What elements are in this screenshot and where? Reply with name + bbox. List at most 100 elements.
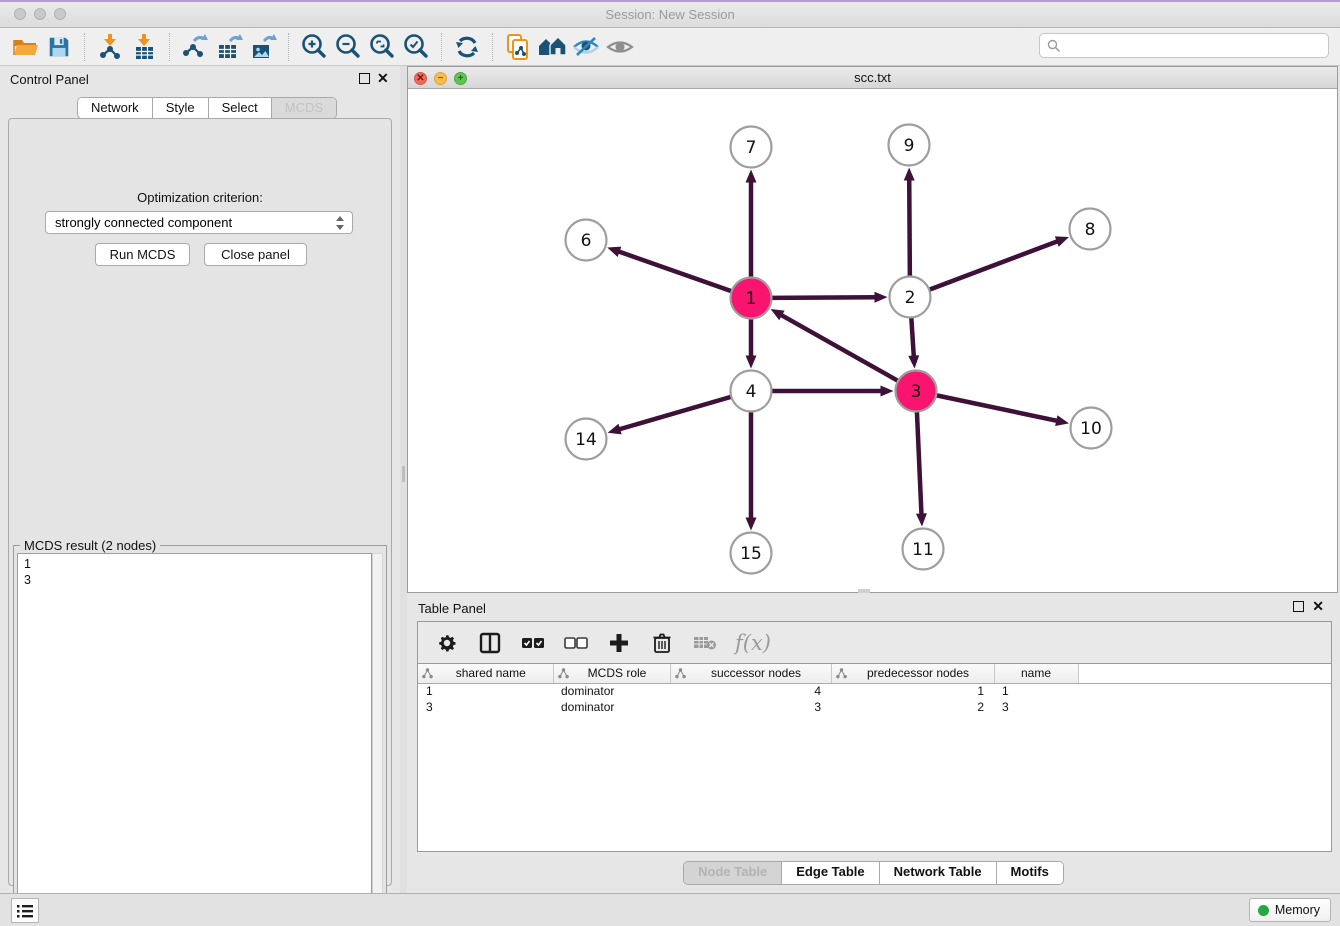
column-header-shared-name[interactable]: shared name xyxy=(418,664,553,683)
graph-node-1[interactable]: 1 xyxy=(731,278,772,319)
graph-edge-1-7[interactable] xyxy=(746,170,757,278)
graph-node-14[interactable]: 14 xyxy=(566,419,607,460)
graph-edge-4-14[interactable] xyxy=(608,397,732,435)
tab-network[interactable]: Network xyxy=(78,98,153,118)
graph-node-label: 6 xyxy=(581,231,592,251)
graph-node-8[interactable]: 8 xyxy=(1070,209,1111,250)
table-row[interactable]: 3dominator323 xyxy=(418,699,1331,715)
table-cell[interactable]: 1 xyxy=(418,683,553,699)
tab-style[interactable]: Style xyxy=(153,98,209,118)
tab-mcds[interactable]: MCDS xyxy=(272,98,336,118)
add-column-button[interactable] xyxy=(606,630,632,656)
delete-column-button[interactable] xyxy=(649,630,675,656)
row-filler xyxy=(1078,699,1331,715)
close-panel-button[interactable]: Close panel xyxy=(204,243,307,266)
graph-node-label: 2 xyxy=(905,288,916,308)
table-cell[interactable]: 1 xyxy=(831,683,994,699)
tab-motifs[interactable]: Motifs xyxy=(997,862,1063,884)
memory-label: Memory xyxy=(1275,903,1320,917)
graph-edge-1-6[interactable] xyxy=(607,247,731,292)
close-panel-icon[interactable]: ✕ xyxy=(377,70,389,86)
mcds-result-text[interactable]: 1 3 xyxy=(17,553,372,919)
graph-node-4[interactable]: 4 xyxy=(731,371,772,412)
run-mcds-button[interactable]: Run MCDS xyxy=(95,243,190,266)
graph-node-7[interactable]: 7 xyxy=(731,127,772,168)
zoom-out-button[interactable] xyxy=(331,31,365,63)
column-header-mcds-role[interactable]: MCDS role xyxy=(553,664,670,683)
criterion-dropdown[interactable]: strongly connected component xyxy=(45,211,353,234)
vertical-splitter[interactable] xyxy=(400,66,407,893)
select-all-button[interactable] xyxy=(520,630,546,656)
search-input[interactable] xyxy=(1061,34,1328,57)
graph-edge-3-10[interactable] xyxy=(936,395,1069,426)
hide-selected-button[interactable] xyxy=(569,31,603,63)
graph-edge-3-11[interactable] xyxy=(916,411,927,526)
graph-edge-2-8[interactable] xyxy=(929,236,1069,289)
table-cell[interactable]: 2 xyxy=(831,699,994,715)
graph-node-3[interactable]: 3 xyxy=(896,371,937,412)
table-cell[interactable]: dominator xyxy=(553,683,670,699)
zoom-in-button[interactable] xyxy=(297,31,331,63)
tab-node-table[interactable]: Node Table xyxy=(684,862,782,884)
export-table-button[interactable] xyxy=(212,31,246,63)
tab-network-table[interactable]: Network Table xyxy=(880,862,997,884)
export-network-button[interactable] xyxy=(178,31,212,63)
table-cell[interactable]: 3 xyxy=(994,699,1078,715)
graph-edge-1-4[interactable] xyxy=(746,319,757,369)
column-header-predecessor-nodes[interactable]: predecessor nodes xyxy=(831,664,994,683)
tab-edge-table[interactable]: Edge Table xyxy=(782,862,879,884)
graph-edge-4-3[interactable] xyxy=(772,386,894,397)
graph-node-2[interactable]: 2 xyxy=(890,277,931,318)
zoom-fit-button[interactable] xyxy=(365,31,399,63)
table-cell[interactable]: 1 xyxy=(994,683,1078,699)
float-table-panel-icon[interactable] xyxy=(1293,601,1304,612)
session-title: Session: New Session xyxy=(0,7,1340,22)
graph-node-11[interactable]: 11 xyxy=(903,529,944,570)
toolbar-separator xyxy=(169,33,170,61)
table-row[interactable]: 1dominator411 xyxy=(418,683,1331,699)
table-cell[interactable]: 3 xyxy=(418,699,553,715)
network-window-titlebar[interactable]: ✕ − + scc.txt xyxy=(408,67,1337,89)
import-table-button[interactable] xyxy=(127,31,161,63)
column-view-button[interactable] xyxy=(477,630,503,656)
graph-edge-2-3[interactable] xyxy=(908,317,919,368)
save-session-button[interactable] xyxy=(42,31,76,63)
mcds-result-scrollbar[interactable] xyxy=(372,553,383,919)
network-from-selection-button[interactable] xyxy=(501,31,535,63)
show-all-button[interactable] xyxy=(603,31,637,63)
table-settings-button[interactable] xyxy=(434,630,460,656)
graph-edge-3-1[interactable] xyxy=(771,309,899,381)
graph-edge-2-9[interactable] xyxy=(904,167,915,276)
copy-network-icon xyxy=(504,33,532,61)
graph-node-6[interactable]: 6 xyxy=(566,220,607,261)
table-cell[interactable]: 3 xyxy=(670,699,831,715)
column-header-name[interactable]: name xyxy=(994,664,1078,683)
graph-node-10[interactable]: 10 xyxy=(1071,408,1112,449)
open-session-button[interactable] xyxy=(8,31,42,63)
horizontal-splitter-grip[interactable] xyxy=(858,589,870,593)
table-cell[interactable]: 4 xyxy=(670,683,831,699)
network-canvas[interactable]: 1 2 3 4 6 7 8 9 10 11 14 15 xyxy=(408,89,1337,592)
function-builder-button[interactable]: f(x) xyxy=(735,630,771,656)
column-header-successor-nodes[interactable]: successor nodes xyxy=(670,664,831,683)
apply-layout-button[interactable] xyxy=(450,31,484,63)
deselect-all-button[interactable] xyxy=(563,630,589,656)
graph-edge-4-15[interactable] xyxy=(746,412,757,531)
graph-svg: 1 2 3 4 6 7 8 9 10 11 14 15 xyxy=(408,89,1337,592)
memory-button[interactable]: Memory xyxy=(1249,898,1331,922)
graph-edge-1-2[interactable] xyxy=(771,292,887,303)
delete-table-button[interactable] xyxy=(692,630,718,656)
graph-node-9[interactable]: 9 xyxy=(889,125,930,166)
table-cell[interactable]: dominator xyxy=(553,699,670,715)
close-table-panel-icon[interactable]: ✕ xyxy=(1312,598,1324,614)
first-neighbors-button[interactable] xyxy=(535,31,569,63)
main-toolbar xyxy=(0,28,1340,66)
zoom-selected-button[interactable] xyxy=(399,31,433,63)
export-image-button[interactable] xyxy=(246,31,280,63)
tab-select[interactable]: Select xyxy=(209,98,272,118)
search-icon xyxy=(1047,39,1061,53)
import-network-button[interactable] xyxy=(93,31,127,63)
graph-node-15[interactable]: 15 xyxy=(731,533,772,574)
task-history-button[interactable] xyxy=(11,898,39,923)
float-panel-icon[interactable] xyxy=(359,73,370,84)
